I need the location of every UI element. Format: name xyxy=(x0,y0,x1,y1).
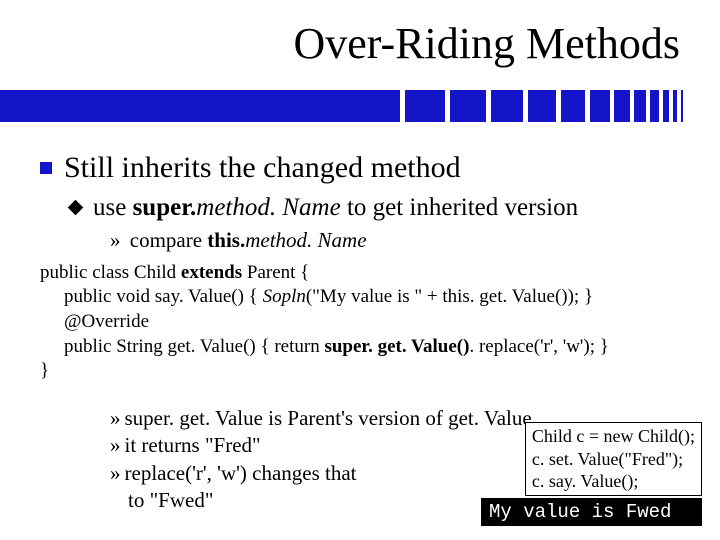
content-area: Still inherits the changed method use su… xyxy=(40,150,690,384)
sidebox-l3: c. say. Value(); xyxy=(532,470,695,493)
sub2a-pre: compare xyxy=(125,228,208,252)
sub1-ital: method. Name xyxy=(196,194,340,221)
bullet-level3: » compare this.method. Name xyxy=(110,227,690,254)
stripe-seg xyxy=(450,90,486,122)
code-text: Parent { xyxy=(242,262,309,283)
code-text: ("My value is " + this. get. Value()); } xyxy=(306,286,593,307)
raquo-icon: » xyxy=(110,405,121,432)
stripe-seg xyxy=(681,90,683,122)
stripe-seg xyxy=(590,90,610,122)
lower-r3a: replace('r', 'w') changes that xyxy=(125,460,357,487)
code-keyword: extends xyxy=(181,262,242,283)
sub2a-bold: this. xyxy=(207,228,245,252)
stripe-seg xyxy=(614,90,630,122)
code-line-5: } xyxy=(40,359,690,384)
lower-r1: super. get. Value is Parent's version of… xyxy=(125,405,532,432)
stripe-seg xyxy=(634,90,646,122)
raquo-icon: » xyxy=(110,228,121,252)
bullet-level1: Still inherits the changed method xyxy=(40,150,690,186)
slide: Over-Riding Methods Still inherits the c… xyxy=(0,0,720,540)
decorative-stripe xyxy=(0,90,720,122)
stripe-solid xyxy=(0,90,400,122)
code-text: public class Child xyxy=(40,262,181,283)
stripe-seg xyxy=(561,90,585,122)
code-line-3: @Override xyxy=(64,310,690,335)
code-ital: Sopln xyxy=(263,286,306,307)
raquo-icon: » xyxy=(110,432,121,459)
bullet1-text: Still inherits the changed method xyxy=(64,150,461,186)
stripe-seg xyxy=(673,90,677,122)
code-bold: super. get. Value() xyxy=(324,336,469,357)
code-text: public void say. Value() { xyxy=(64,286,263,307)
sub2a-ital: method. Name xyxy=(245,228,366,252)
stripe-seg xyxy=(491,90,523,122)
sidebox-l2: c. set. Value("Fred"); xyxy=(532,448,695,471)
code-block: public class Child extends Parent { publ… xyxy=(40,261,690,384)
diamond-bullet-icon xyxy=(68,200,84,216)
slide-title: Over-Riding Methods xyxy=(293,18,680,69)
console-output: My value is Fwed xyxy=(481,498,702,526)
stripe-seg xyxy=(663,90,669,122)
raquo-icon: » xyxy=(110,460,121,487)
sub1-pre: use xyxy=(93,194,133,221)
code-line-1: public class Child extends Parent { xyxy=(40,261,690,286)
sub1-text: use super.method. Name to get inherited … xyxy=(93,192,578,223)
code-text: . replace('r', 'w'); } xyxy=(469,336,608,357)
bullet-level2: use super.method. Name to get inherited … xyxy=(70,192,690,223)
sub1-post: to get inherited version xyxy=(341,194,578,221)
lower-r3b: to "Fwed" xyxy=(128,487,213,514)
code-text: public String get. Value() { return xyxy=(64,336,324,357)
code-line-4: public String get. Value() { return supe… xyxy=(64,335,690,360)
example-code-box: Child c = new Child(); c. set. Value("Fr… xyxy=(525,422,702,496)
stripe-seg xyxy=(405,90,445,122)
stripe-seg xyxy=(528,90,556,122)
lower-r2: it returns "Fred" xyxy=(125,432,261,459)
stripe-seg xyxy=(650,90,659,122)
square-bullet-icon xyxy=(40,162,52,174)
sub1-bold: super. xyxy=(133,194,197,221)
sidebox-l1: Child c = new Child(); xyxy=(532,425,695,448)
code-line-2: public void say. Value() { Sopln("My val… xyxy=(64,285,690,310)
